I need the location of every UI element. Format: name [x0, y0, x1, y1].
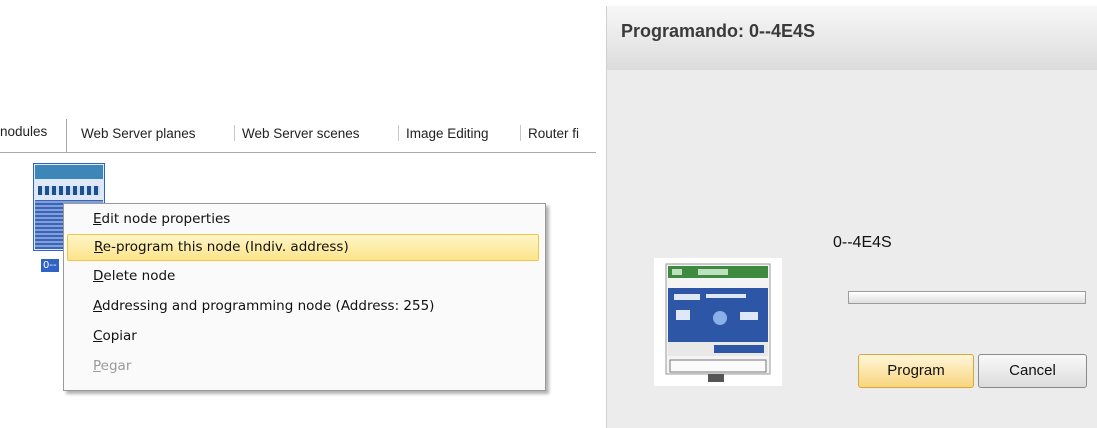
- programming-dialog: Programando: 0--4E4S 0--4E4S Program Can…: [606, 6, 1097, 428]
- menu-item-addressing-programming[interactable]: Addressing and programming node (Address…: [67, 293, 537, 320]
- menu-item-copiar[interactable]: Copiar: [67, 323, 537, 350]
- module-device-illustration: [665, 263, 771, 382]
- menu-item-mnemonic: E: [93, 211, 102, 227]
- menu-item-label: elete node: [103, 268, 176, 284]
- menu-item-mnemonic: A: [93, 298, 102, 314]
- tab-separator: [234, 125, 235, 141]
- menu-item-edit-node-properties[interactable]: Edit node properties: [67, 206, 537, 233]
- menu-item-label: e-program this node (Indiv. address): [102, 239, 349, 255]
- program-button[interactable]: Program: [858, 354, 974, 388]
- tab-web-server-scenes[interactable]: Web Server scenes: [242, 126, 360, 141]
- module-top-terminals: [35, 165, 103, 179]
- tab-router[interactable]: Router fi: [528, 126, 579, 141]
- cancel-button[interactable]: Cancel: [978, 354, 1087, 388]
- tab-web-server-planes[interactable]: Web Server planes: [81, 126, 196, 141]
- menu-item-label: dit node properties: [101, 211, 231, 227]
- menu-item-mnemonic: R: [94, 239, 103, 255]
- menu-item-delete-node[interactable]: Delete node: [67, 263, 537, 290]
- menu-item-reprogram-node[interactable]: Re-program this node (Indiv. address): [67, 234, 539, 261]
- dialog-title: Programando: 0--4E4S: [607, 6, 1097, 70]
- menu-item-mnemonic: D: [93, 268, 104, 284]
- menu-item-label: opiar: [102, 328, 137, 344]
- tab-separator: [398, 125, 399, 141]
- node-label[interactable]: 0--: [41, 259, 59, 272]
- menu-item-mnemonic: P: [93, 358, 101, 374]
- tab-separator: [520, 125, 521, 141]
- menu-item-pegar: Pegar: [67, 353, 537, 380]
- tab-image-editing[interactable]: Image Editing: [406, 126, 489, 141]
- menu-item-label: ddressing and programming node (Address:…: [102, 298, 435, 314]
- module-device-image: [654, 258, 782, 386]
- context-menu: Edit node properties Re-program this nod…: [63, 203, 546, 391]
- module-terminal-strip: [38, 186, 100, 195]
- device-name-label: 0--4E4S: [833, 234, 892, 251]
- tab-modules[interactable]: nodules: [0, 119, 67, 152]
- programming-progress-bar: [848, 291, 1086, 304]
- menu-item-label: egar: [100, 358, 132, 374]
- module-tab-strip: nodules Web Server planes Web Server sce…: [0, 119, 596, 153]
